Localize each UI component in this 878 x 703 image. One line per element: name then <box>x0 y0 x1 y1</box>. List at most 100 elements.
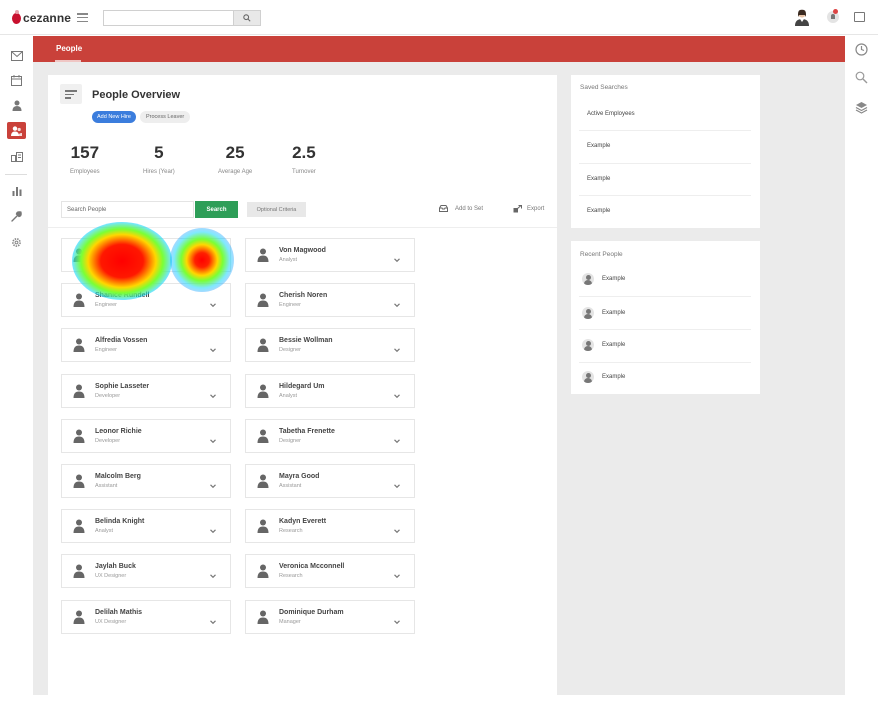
search-icon <box>243 14 251 22</box>
mail-icon[interactable] <box>10 49 23 62</box>
saved-search-item[interactable]: Example <box>587 208 610 214</box>
layers-icon[interactable] <box>855 101 868 114</box>
people-search-input[interactable]: Search People <box>61 201 194 218</box>
person-role: Engineer <box>279 302 302 308</box>
cezanne-logo[interactable]: cezanne <box>12 9 71 25</box>
person-card[interactable]: Alfredia Vossen Engineer <box>61 328 231 362</box>
person-card[interactable]: Mayra Good Assistant <box>245 464 415 498</box>
chevron-down-icon[interactable] <box>393 251 401 263</box>
chevron-down-icon[interactable] <box>209 477 217 489</box>
person-avatar-icon <box>257 474 269 488</box>
logout-icon[interactable] <box>854 12 865 22</box>
chevron-down-icon[interactable] <box>209 341 217 353</box>
chevron-down-icon[interactable] <box>393 477 401 489</box>
person-name: Cherish Noren <box>279 292 328 299</box>
chevron-down-icon[interactable] <box>209 251 217 263</box>
person-name: Tabetha Frenette <box>279 428 335 435</box>
stat-average-age: 25 Average Age <box>218 143 252 175</box>
recent-person-item[interactable]: Example <box>582 273 625 285</box>
search-icon[interactable] <box>855 71 868 84</box>
recent-person-item[interactable]: Example <box>582 371 625 383</box>
person-card[interactable]: Dominique Durham Manager <box>245 600 415 634</box>
optional-criteria-button[interactable]: Optional Criteria <box>247 202 306 217</box>
chevron-down-icon[interactable] <box>393 613 401 625</box>
person-card[interactable]: Shanice Rundell Engineer <box>61 283 231 317</box>
org-chart-icon[interactable] <box>10 150 23 163</box>
recent-person-item[interactable]: Example <box>582 307 625 319</box>
tab-people[interactable]: People <box>56 44 82 53</box>
divider <box>579 362 751 363</box>
stat-turnover: 2.5 Turnover <box>292 143 316 175</box>
chevron-down-icon[interactable] <box>209 432 217 444</box>
page-title: People Overview <box>92 89 181 101</box>
person-icon[interactable] <box>10 99 23 112</box>
person-card[interactable] <box>61 238 231 272</box>
person-card[interactable]: Cherish Noren Engineer <box>245 283 415 317</box>
person-card[interactable]: Malcolm Berg Assistant <box>61 464 231 498</box>
person-name: Jaylah Buck <box>95 563 136 570</box>
person-role: Analyst <box>279 393 298 399</box>
person-card[interactable]: Jaylah Buck UX Designer <box>61 554 231 588</box>
chevron-down-icon[interactable] <box>209 567 217 579</box>
global-search-input[interactable] <box>104 11 233 25</box>
person-name: Sophie Lasseter <box>95 383 150 390</box>
person-card[interactable]: Bessie Wollman Designer <box>245 328 415 362</box>
person-avatar-icon <box>73 293 85 307</box>
recent-person-item[interactable]: Example <box>582 339 625 351</box>
person-role: Designer <box>279 438 302 444</box>
person-name: Veronica Mcconnell <box>279 563 345 570</box>
saved-search-item[interactable]: Active Employees <box>587 111 635 117</box>
chevron-down-icon[interactable] <box>209 522 217 534</box>
person-card[interactable]: Kadyn Everett Research <box>245 509 415 543</box>
chevron-down-icon[interactable] <box>209 387 217 399</box>
chevron-down-icon[interactable] <box>209 296 217 308</box>
gear-icon[interactable] <box>10 236 23 249</box>
saved-search-item[interactable]: Example <box>587 143 610 149</box>
user-avatar[interactable] <box>794 9 810 26</box>
chevron-down-icon[interactable] <box>393 567 401 579</box>
wrench-icon[interactable] <box>10 210 23 223</box>
calendar-icon[interactable] <box>10 74 23 87</box>
person-avatar-icon <box>257 384 269 398</box>
person-card[interactable]: Veronica Mcconnell Research <box>245 554 415 588</box>
person-card[interactable]: Hildegard Um Analyst <box>245 374 415 408</box>
chevron-down-icon[interactable] <box>393 432 401 444</box>
person-card[interactable]: Sophie Lasseter Developer <box>61 374 231 408</box>
search-button[interactable]: Search <box>195 201 238 218</box>
clock-icon[interactable] <box>855 43 868 56</box>
avatar <box>582 273 594 285</box>
person-card[interactable]: Leonor Richie Developer <box>61 419 231 453</box>
person-card[interactable]: Belinda Knight Analyst <box>61 509 231 543</box>
avatar <box>582 339 594 351</box>
section-header: People <box>33 36 845 62</box>
global-search-button[interactable] <box>233 11 260 25</box>
people-icon[interactable] <box>7 122 26 139</box>
saved-search-item[interactable]: Example <box>587 176 610 182</box>
notification-badge <box>833 9 838 14</box>
chevron-down-icon[interactable] <box>393 387 401 399</box>
add-to-set-link[interactable]: Add to Set <box>439 205 483 212</box>
chevron-down-icon[interactable] <box>393 296 401 308</box>
process-leaver-button[interactable]: Process Leaver <box>140 111 191 123</box>
person-name: Delilah Mathis <box>95 609 143 616</box>
person-card[interactable]: Tabetha Frenette Designer <box>245 419 415 453</box>
person-name: Bessie Wollman <box>279 337 333 344</box>
hamburger-menu-icon[interactable] <box>77 13 88 22</box>
person-avatar-icon <box>257 429 269 443</box>
person-avatar-icon <box>257 338 269 352</box>
person-card[interactable]: Von Magwood Analyst <box>245 238 415 272</box>
export-link[interactable]: Export <box>513 205 544 213</box>
stat-value: 25 <box>225 143 245 162</box>
person-card[interactable]: Delilah Mathis UX Designer <box>61 600 231 634</box>
export-icon <box>513 205 522 213</box>
person-role: Assistant <box>279 483 302 489</box>
bar-chart-icon[interactable] <box>10 184 23 197</box>
person-role: Research <box>279 528 303 534</box>
chevron-down-icon[interactable] <box>393 522 401 534</box>
chevron-down-icon[interactable] <box>209 613 217 625</box>
divider <box>579 329 751 330</box>
add-new-hire-button[interactable]: Add New Hire <box>92 111 136 123</box>
left-sidebar <box>0 36 33 703</box>
logo-mark-icon <box>12 9 21 24</box>
chevron-down-icon[interactable] <box>393 341 401 353</box>
